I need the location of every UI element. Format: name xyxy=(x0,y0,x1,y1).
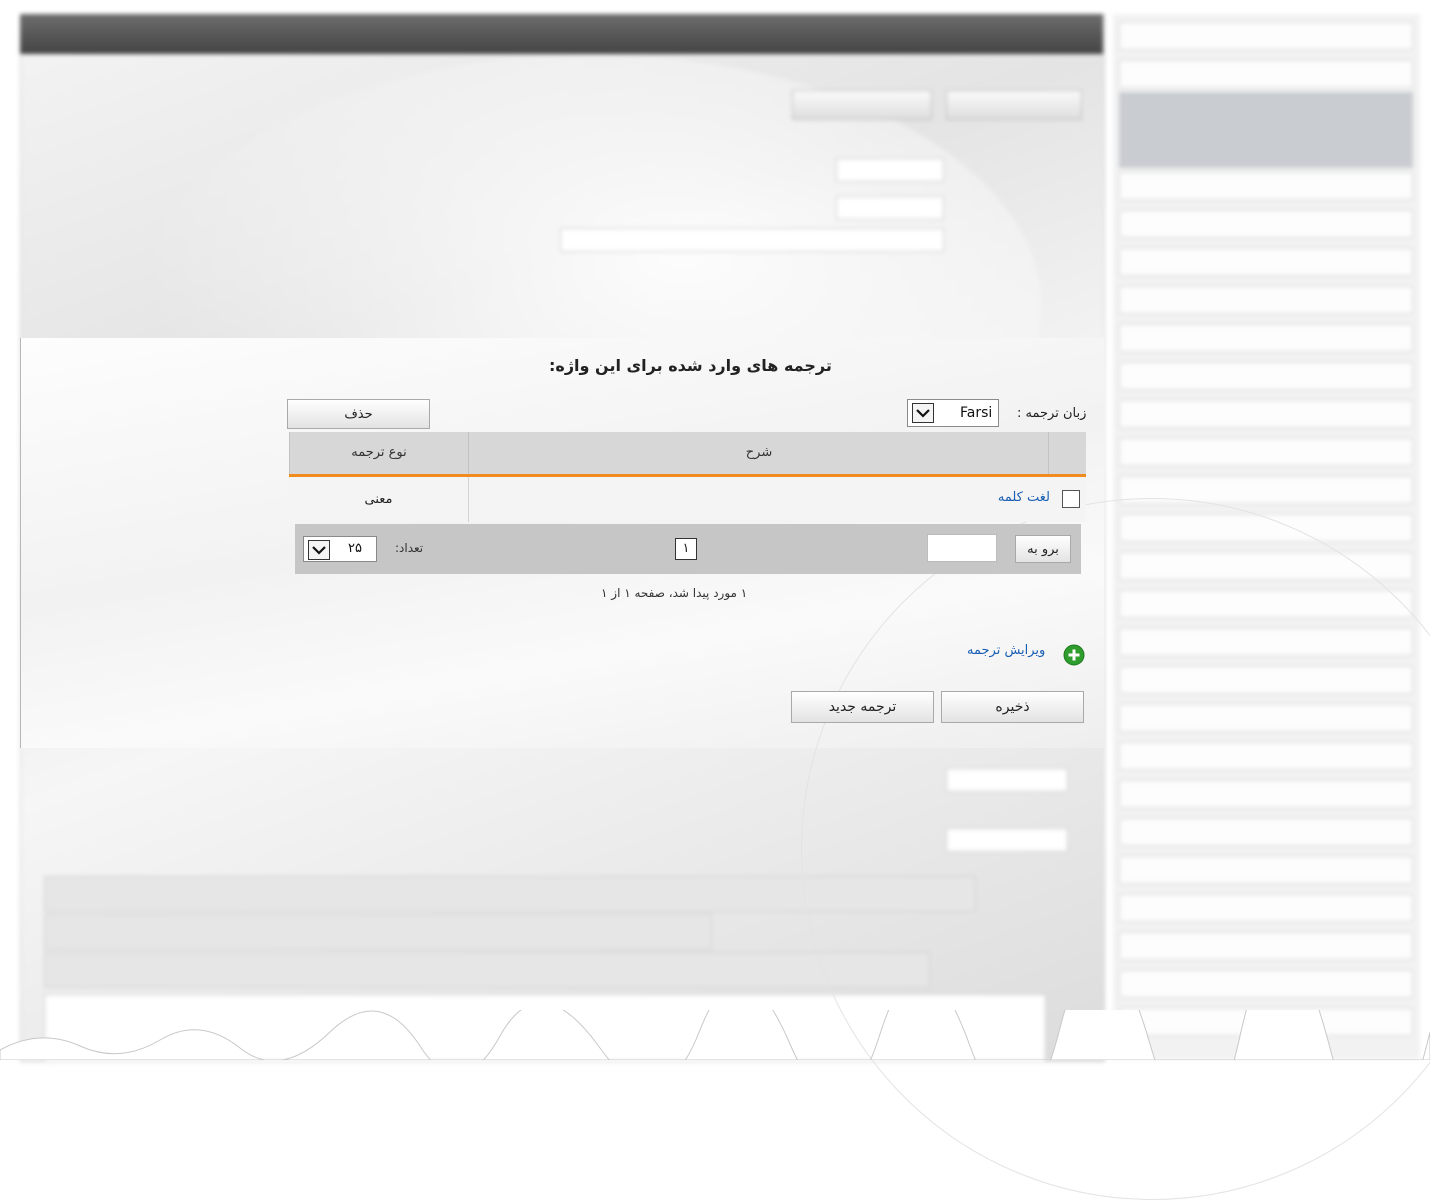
grid-header-description[interactable]: شرح xyxy=(470,432,1048,474)
background-select xyxy=(946,828,1068,852)
translation-language-select[interactable]: Farsi xyxy=(907,399,999,427)
torn-edge-decoration xyxy=(0,1010,1430,1060)
background-editor-toolbar xyxy=(44,914,712,950)
new-translation-button[interactable]: ترجمه جدید xyxy=(791,691,934,723)
grid-header-type[interactable]: نوع ترجمه xyxy=(289,432,469,474)
page-size-select[interactable]: ۲۵ xyxy=(303,536,377,562)
pager: برو به ۱ تعداد: ۲۵ xyxy=(295,524,1081,574)
plus-circle-icon[interactable] xyxy=(1063,644,1085,666)
background-editor-toolbar xyxy=(44,952,930,988)
dropdown-arrow-icon[interactable] xyxy=(308,540,330,560)
dropdown-arrow-icon[interactable] xyxy=(912,403,934,423)
current-page-number[interactable]: ۱ xyxy=(675,538,697,560)
translation-language-value: Farsi xyxy=(960,405,993,421)
translations-grid: شرح نوع ترجمه لغت کلمه معنی xyxy=(289,432,1086,522)
background-select xyxy=(836,158,944,182)
page-size-value: ۲۵ xyxy=(348,541,362,556)
grid-header-check-column xyxy=(1048,432,1086,474)
table-row: لغت کلمه معنی xyxy=(289,477,1086,522)
goto-page-button[interactable]: برو به xyxy=(1015,535,1071,563)
edit-translation-link[interactable]: ویرایش ترجمه xyxy=(967,643,1045,658)
background-select xyxy=(836,196,944,220)
row-translation-type: معنی xyxy=(289,477,469,522)
save-button[interactable]: ذخیره xyxy=(941,691,1084,723)
grid-header: شرح نوع ترجمه xyxy=(289,432,1086,477)
panel-title: ترجمه های وارد شده برای این واژه: xyxy=(549,356,832,375)
background-input xyxy=(560,228,944,252)
delete-button[interactable]: حذف xyxy=(287,399,430,429)
background-sidebar xyxy=(1113,14,1420,1060)
background-editor-toolbar xyxy=(44,876,976,912)
results-status: ۱ مورد پیدا شد، صفحه ۱ از ۱ xyxy=(601,586,748,600)
background-button xyxy=(792,90,932,120)
background-button xyxy=(946,90,1082,120)
translation-language-label: زبان ترجمه : xyxy=(1017,406,1087,421)
row-word-link[interactable]: لغت کلمه xyxy=(998,490,1050,505)
page-size-label: تعداد: xyxy=(395,541,424,555)
row-checkbox[interactable] xyxy=(1062,490,1080,508)
background-select xyxy=(946,768,1068,792)
background-titlebar xyxy=(20,14,1103,54)
translations-panel: ترجمه های وارد شده برای این واژه: زبان ت… xyxy=(20,338,1430,1200)
goto-page-input[interactable] xyxy=(927,534,997,562)
